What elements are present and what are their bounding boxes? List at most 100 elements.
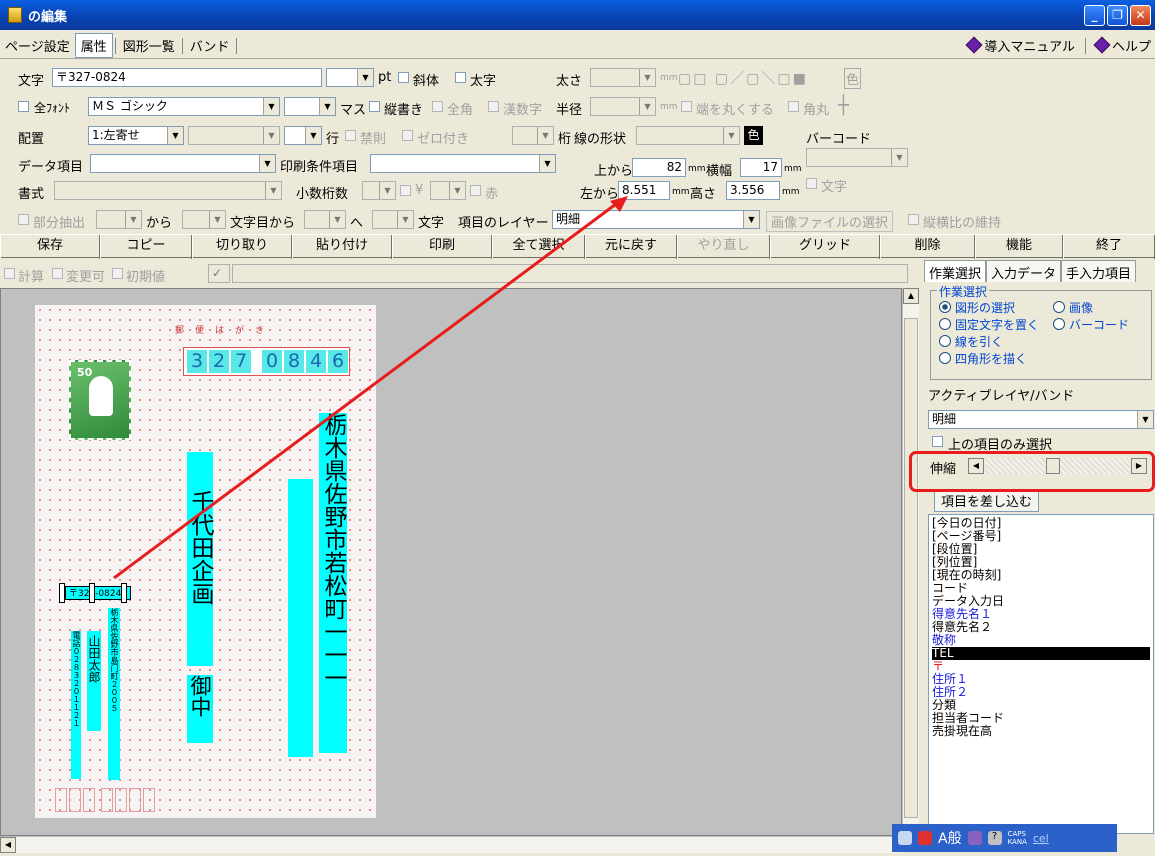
save-button[interactable]: 保存	[0, 235, 100, 259]
zero-checkbox[interactable]	[402, 130, 413, 141]
tab-attributes[interactable]: 属性	[74, 33, 113, 58]
corner-icon[interactable]: ┼	[838, 95, 849, 116]
help-button[interactable]: ヘルプ	[1093, 36, 1151, 55]
barcode-select[interactable]: ▼	[806, 148, 908, 167]
chevron-down-icon[interactable]: ▼	[329, 211, 345, 228]
insert-item-button[interactable]: 項目を差し込む	[934, 489, 1040, 512]
tab-manual-items[interactable]: 手入力項目	[1061, 260, 1137, 282]
italic-checkbox[interactable]	[398, 72, 409, 83]
gazou-button[interactable]: 画像ファイルの選択	[766, 211, 894, 232]
help-icon[interactable]: ?	[987, 831, 1002, 845]
postcard[interactable]: 郵便はがき 50 3 2 7 0 8 4 6 栃木県佐野市若松町一一一 千代田企…	[35, 305, 376, 818]
chevron-down-icon[interactable]: ▼	[263, 127, 279, 144]
moji-count-select[interactable]: ▼	[372, 210, 414, 229]
font-select[interactable]: ＭＳ ゴシック ▼	[88, 97, 280, 116]
chevron-down-icon[interactable]: ▼	[167, 127, 183, 144]
line-style-icons[interactable]: ▢□ ▢／▢＼▢■	[678, 68, 808, 88]
undo-button[interactable]: 元に戻す	[585, 235, 677, 259]
list-item[interactable]: 得意先名２	[932, 621, 1150, 634]
shoki-checkbox[interactable]	[112, 268, 123, 279]
vertical-scrollbar[interactable]: ▲	[902, 288, 919, 836]
futosa-select[interactable]: ▼	[590, 68, 656, 87]
company-field[interactable]: 千代田企画	[187, 452, 213, 666]
barcode-text-checkbox[interactable]	[806, 178, 817, 189]
keyboard-icon[interactable]	[898, 831, 912, 845]
delete-button[interactable]: 削除	[880, 235, 975, 259]
radio-barcode[interactable]: バーコード	[1053, 316, 1129, 333]
exit-button[interactable]: 終了	[1063, 235, 1155, 259]
chevron-down-icon[interactable]: ▼	[449, 182, 465, 199]
shoshiki-select[interactable]: ▼	[54, 181, 282, 200]
chevron-down-icon[interactable]: ▼	[891, 149, 907, 166]
chevron-down-icon[interactable]: ▼	[357, 69, 373, 86]
zip-code-box[interactable]: 3 2 7 0 8 4 6	[183, 347, 350, 376]
keisan-checkbox[interactable]	[4, 268, 15, 279]
chevron-down-icon[interactable]: ▼	[743, 211, 759, 228]
chevron-down-icon[interactable]: ▼	[723, 127, 739, 144]
resize-handle[interactable]	[89, 583, 95, 603]
radio-select-shape[interactable]: 図形の選択	[939, 299, 1015, 316]
item-list[interactable]: [今日の日付] [ページ番号] [段位置] [列位置] [現在の時刻] コード データ入力日…	[928, 514, 1154, 834]
top-only-checkbox[interactable]	[932, 436, 943, 447]
manual-button[interactable]: 導入マニュアル	[965, 36, 1075, 55]
chevron-down-icon[interactable]: ▼	[1137, 411, 1153, 428]
cut-button[interactable]: 切り取り	[192, 235, 292, 259]
layer-select[interactable]: 明細 ▼	[552, 210, 760, 229]
bubun-from-select[interactable]: ▼	[96, 210, 142, 229]
function-button[interactable]: 機能	[975, 235, 1063, 259]
bold-checkbox[interactable]	[455, 72, 466, 83]
list-item[interactable]: TEL	[932, 647, 1150, 660]
takasa-input[interactable]: 3.556	[726, 181, 780, 200]
chevron-down-icon[interactable]: ▼	[263, 98, 279, 115]
chevron-down-icon[interactable]: ▼	[125, 211, 141, 228]
yen-select[interactable]: ▼	[430, 181, 466, 200]
allfont-checkbox[interactable]	[18, 101, 29, 112]
chevron-down-icon[interactable]: ▼	[259, 155, 275, 172]
hidari-kara-input[interactable]: 8.551	[618, 181, 670, 200]
line-color-button[interactable]: 色	[744, 126, 763, 145]
radio-draw-rect[interactable]: 四角形を描く	[939, 350, 1027, 367]
formula-input[interactable]	[232, 264, 908, 283]
chevron-down-icon[interactable]: ▼	[319, 98, 335, 115]
list-item[interactable]: 敬称	[932, 634, 1150, 647]
sender-tel-field[interactable]: 電話０２８３２０１１２１	[71, 631, 81, 779]
ime-icon[interactable]	[918, 831, 932, 845]
restore-button[interactable]: ❐	[1107, 5, 1128, 26]
yokohaba-input[interactable]: 17	[740, 158, 782, 177]
scroll-left-icon[interactable]: ◀	[0, 837, 16, 853]
kakumaru-checkbox[interactable]	[788, 101, 799, 112]
chevron-down-icon[interactable]: ▼	[209, 211, 225, 228]
haichi-sub-select[interactable]: ▼	[188, 126, 280, 145]
radio-draw-line[interactable]: 線を引く	[939, 333, 1003, 350]
scroll-up-icon[interactable]: ▲	[903, 288, 919, 304]
color-button[interactable]: 色	[844, 68, 862, 89]
tatehi-checkbox[interactable]	[908, 214, 919, 225]
shosu-select[interactable]: ▼	[362, 181, 396, 200]
excel-link[interactable]: cel	[1033, 832, 1049, 845]
kinsoku-checkbox[interactable]	[345, 130, 356, 141]
tool-icon[interactable]	[967, 831, 982, 845]
chevron-down-icon[interactable]: ▼	[305, 127, 321, 144]
print-cond-select[interactable]: ▼	[370, 154, 556, 173]
honorific-field[interactable]: 御中	[187, 675, 213, 743]
print-button[interactable]: 印刷	[392, 235, 492, 259]
paste-button[interactable]: 貼り付け	[292, 235, 392, 259]
kansuji-checkbox[interactable]	[488, 101, 499, 112]
tab-work-select[interactable]: 作業選択	[924, 260, 987, 282]
tab-shape-list[interactable]: 図形一覧	[118, 34, 180, 57]
horizontal-scrollbar[interactable]: ◀	[0, 836, 902, 853]
yen-checkbox[interactable]	[400, 185, 411, 196]
chevron-down-icon[interactable]: ▼	[265, 182, 281, 199]
hankei-select[interactable]: ▼	[590, 97, 656, 116]
sender-name-field[interactable]: 山田太郎	[87, 631, 101, 731]
design-canvas[interactable]: 郵便はがき 50 3 2 7 0 8 4 6 栃木県佐野市若松町一一一 千代田企…	[0, 288, 902, 836]
address2-field[interactable]	[288, 479, 313, 757]
radio-fixed-text[interactable]: 固定文字を置く	[939, 316, 1039, 333]
tab-page-settings[interactable]: ページ設定	[0, 34, 75, 57]
henkou-checkbox[interactable]	[52, 268, 63, 279]
ime-mode[interactable]: A般	[938, 828, 962, 848]
resize-handle[interactable]	[121, 583, 127, 603]
tab-band[interactable]: バンド	[185, 34, 235, 57]
select-all-button[interactable]: 全て選択	[492, 235, 585, 259]
hashi-checkbox[interactable]	[681, 101, 692, 112]
